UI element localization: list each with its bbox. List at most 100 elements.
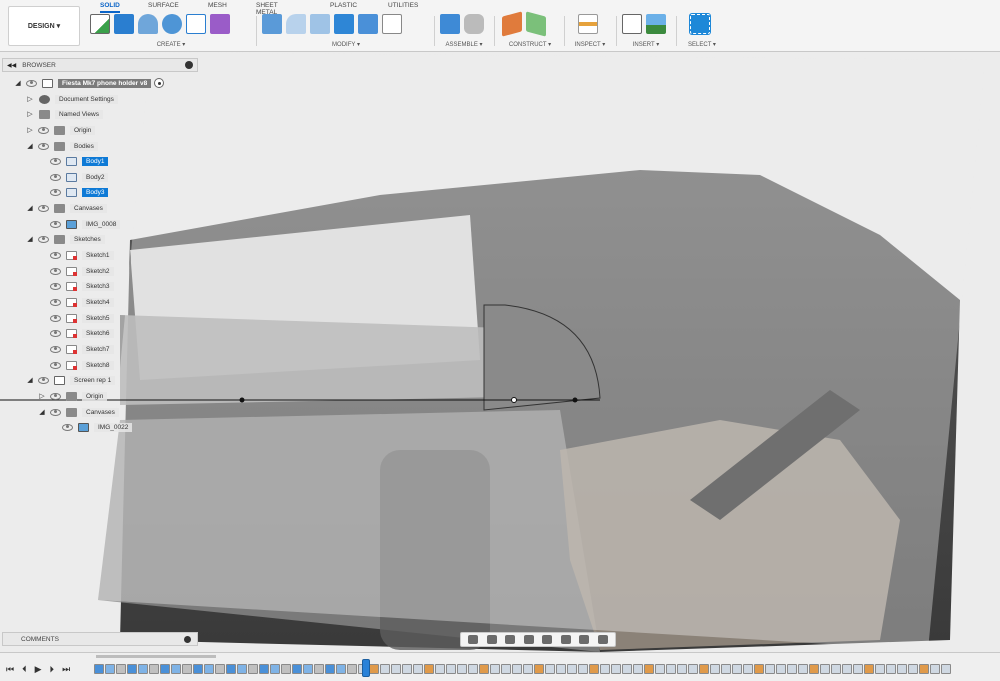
play-icon[interactable]: ▶	[35, 664, 42, 674]
workspace-design-button[interactable]: DESIGN ▾	[8, 6, 80, 46]
timeline-feature-icon[interactable]	[479, 664, 489, 674]
combine-icon[interactable]	[358, 14, 378, 34]
browser-item-canvases[interactable]: ◢ Canvases	[26, 201, 107, 215]
timeline-feature-icon[interactable]	[919, 664, 929, 674]
timeline-feature-icon[interactable]	[853, 664, 863, 674]
visibility-eye-icon[interactable]	[50, 298, 61, 306]
offset-plane-icon[interactable]	[502, 11, 522, 37]
timeline-feature-icon[interactable]	[325, 664, 335, 674]
timeline-feature-icon[interactable]	[116, 664, 126, 674]
box-icon[interactable]	[114, 14, 134, 34]
pan-hand-icon[interactable]	[505, 635, 516, 644]
browser-item-bodies[interactable]: ◢ Bodies	[26, 139, 98, 153]
timeline-feature-icon[interactable]	[886, 664, 896, 674]
browser-item-body2[interactable]: Body2	[46, 170, 109, 184]
timeline-feature-icon[interactable]	[820, 664, 830, 674]
tab-surface[interactable]: SURFACE	[148, 2, 179, 11]
timeline-feature-icon[interactable]	[556, 664, 566, 674]
extrude-icon[interactable]	[138, 14, 158, 34]
collapse-icon[interactable]: ◢	[26, 376, 34, 384]
timeline-scrollbar[interactable]	[96, 655, 216, 658]
canvas-image-icon[interactable]	[646, 14, 666, 34]
timeline-feature-icon[interactable]	[523, 664, 533, 674]
browser-item-named-views[interactable]: ▷ Named Views	[26, 107, 103, 121]
shell-icon[interactable]	[334, 14, 354, 34]
tab-plastic[interactable]: PLASTIC	[330, 2, 357, 11]
timeline-feature-icon[interactable]	[798, 664, 808, 674]
timeline-feature-icon[interactable]	[160, 664, 170, 674]
collapse-icon[interactable]: ◢	[26, 204, 34, 212]
create-sketch-icon[interactable]	[90, 14, 110, 34]
timeline-feature-icon[interactable]	[281, 664, 291, 674]
timeline-feature-icon[interactable]	[501, 664, 511, 674]
browser-item-sketch5[interactable]: Sketch5	[46, 311, 114, 325]
assemble-menu-label[interactable]: ASSEMBLE ▾	[440, 41, 488, 48]
go-to-end-icon[interactable]: ⏭	[62, 664, 70, 674]
timeline-feature-icon[interactable]	[446, 664, 456, 674]
visibility-eye-icon[interactable]	[50, 251, 61, 259]
browser-item-img-0008[interactable]: IMG_0008	[46, 217, 121, 231]
timeline-feature-icon[interactable]	[666, 664, 676, 674]
timeline-feature-icon[interactable]	[688, 664, 698, 674]
timeline-feature-icon[interactable]	[710, 664, 720, 674]
browser-item-sketches[interactable]: ◢ Sketches	[26, 232, 105, 246]
timeline-feature-icon[interactable]	[347, 664, 357, 674]
tab-utilities[interactable]: UTILITIES	[388, 2, 418, 11]
timeline-feature-icon[interactable]	[545, 664, 555, 674]
timeline-feature-icon[interactable]	[864, 664, 874, 674]
fit-zoom-icon[interactable]	[542, 635, 553, 644]
timeline-feature-icon[interactable]	[787, 664, 797, 674]
browser-item-document-settings[interactable]: ▷ Document Settings	[26, 92, 118, 106]
timeline-feature-icon[interactable]	[105, 664, 115, 674]
go-to-start-icon[interactable]: ⏮	[6, 664, 14, 674]
timeline-feature-icon[interactable]	[193, 664, 203, 674]
visibility-eye-icon[interactable]	[50, 173, 61, 181]
timeline-feature-icon[interactable]	[204, 664, 214, 674]
timeline-feature-icon[interactable]	[743, 664, 753, 674]
browser-item-body3[interactable]: Body3	[46, 185, 109, 199]
visibility-eye-icon[interactable]	[50, 361, 61, 369]
timeline-feature-icon[interactable]	[259, 664, 269, 674]
measure-icon[interactable]	[578, 14, 598, 34]
timeline-feature-icon[interactable]	[765, 664, 775, 674]
timeline-position-marker[interactable]	[362, 659, 370, 677]
visibility-eye-icon[interactable]	[50, 157, 61, 165]
timeline-feature-icon[interactable]	[314, 664, 324, 674]
insert-menu-label[interactable]: INSERT ▾	[622, 41, 670, 48]
timeline-feature-icon[interactable]	[237, 664, 247, 674]
timeline-feature-icon[interactable]	[94, 664, 104, 674]
timeline-feature-icon[interactable]	[589, 664, 599, 674]
browser-header[interactable]: ◀◀ BROWSER	[2, 58, 198, 72]
browser-item-screen-rep-origin[interactable]: ▷ Origin	[38, 389, 108, 403]
timeline-feature-icon[interactable]	[413, 664, 423, 674]
activate-radio[interactable]	[154, 78, 165, 88]
modify-menu-label[interactable]: MODIFY ▾	[262, 41, 430, 48]
timeline-feature-icon[interactable]	[270, 664, 280, 674]
look-at-icon[interactable]	[486, 635, 497, 644]
visibility-eye-icon[interactable]	[50, 314, 61, 322]
timeline-feature-icon[interactable]	[512, 664, 522, 674]
timeline-feature-icon[interactable]	[402, 664, 412, 674]
timeline-feature-icon[interactable]	[424, 664, 434, 674]
visibility-eye-icon[interactable]	[50, 188, 61, 196]
timeline-feature-icon[interactable]	[457, 664, 467, 674]
chamfer-icon[interactable]	[310, 14, 330, 34]
timeline-feature-icon[interactable]	[633, 664, 643, 674]
collapse-icon[interactable]: ◢	[26, 142, 34, 150]
timeline-feature-icon[interactable]	[644, 664, 654, 674]
zoom-icon[interactable]	[523, 635, 534, 644]
browser-item-sketch1[interactable]: Sketch1	[46, 248, 114, 262]
step-back-icon[interactable]: ⏴	[22, 664, 27, 674]
expand-icon[interactable]: ▷	[26, 95, 34, 103]
expand-icon[interactable]: ▷	[26, 110, 34, 118]
fillet-icon[interactable]	[286, 14, 306, 34]
select-cursor-icon[interactable]	[689, 13, 711, 35]
browser-item-img-0022[interactable]: IMG_0022	[58, 420, 133, 434]
timeline-feature-icon[interactable]	[435, 664, 445, 674]
browser-pin-icon[interactable]	[185, 61, 193, 69]
timeline-feature-icon[interactable]	[226, 664, 236, 674]
browser-item-sketch6[interactable]: Sketch6	[46, 326, 114, 340]
visibility-eye-icon[interactable]	[62, 423, 73, 431]
timeline-feature-icon[interactable]	[215, 664, 225, 674]
visibility-eye-icon[interactable]	[50, 267, 61, 275]
